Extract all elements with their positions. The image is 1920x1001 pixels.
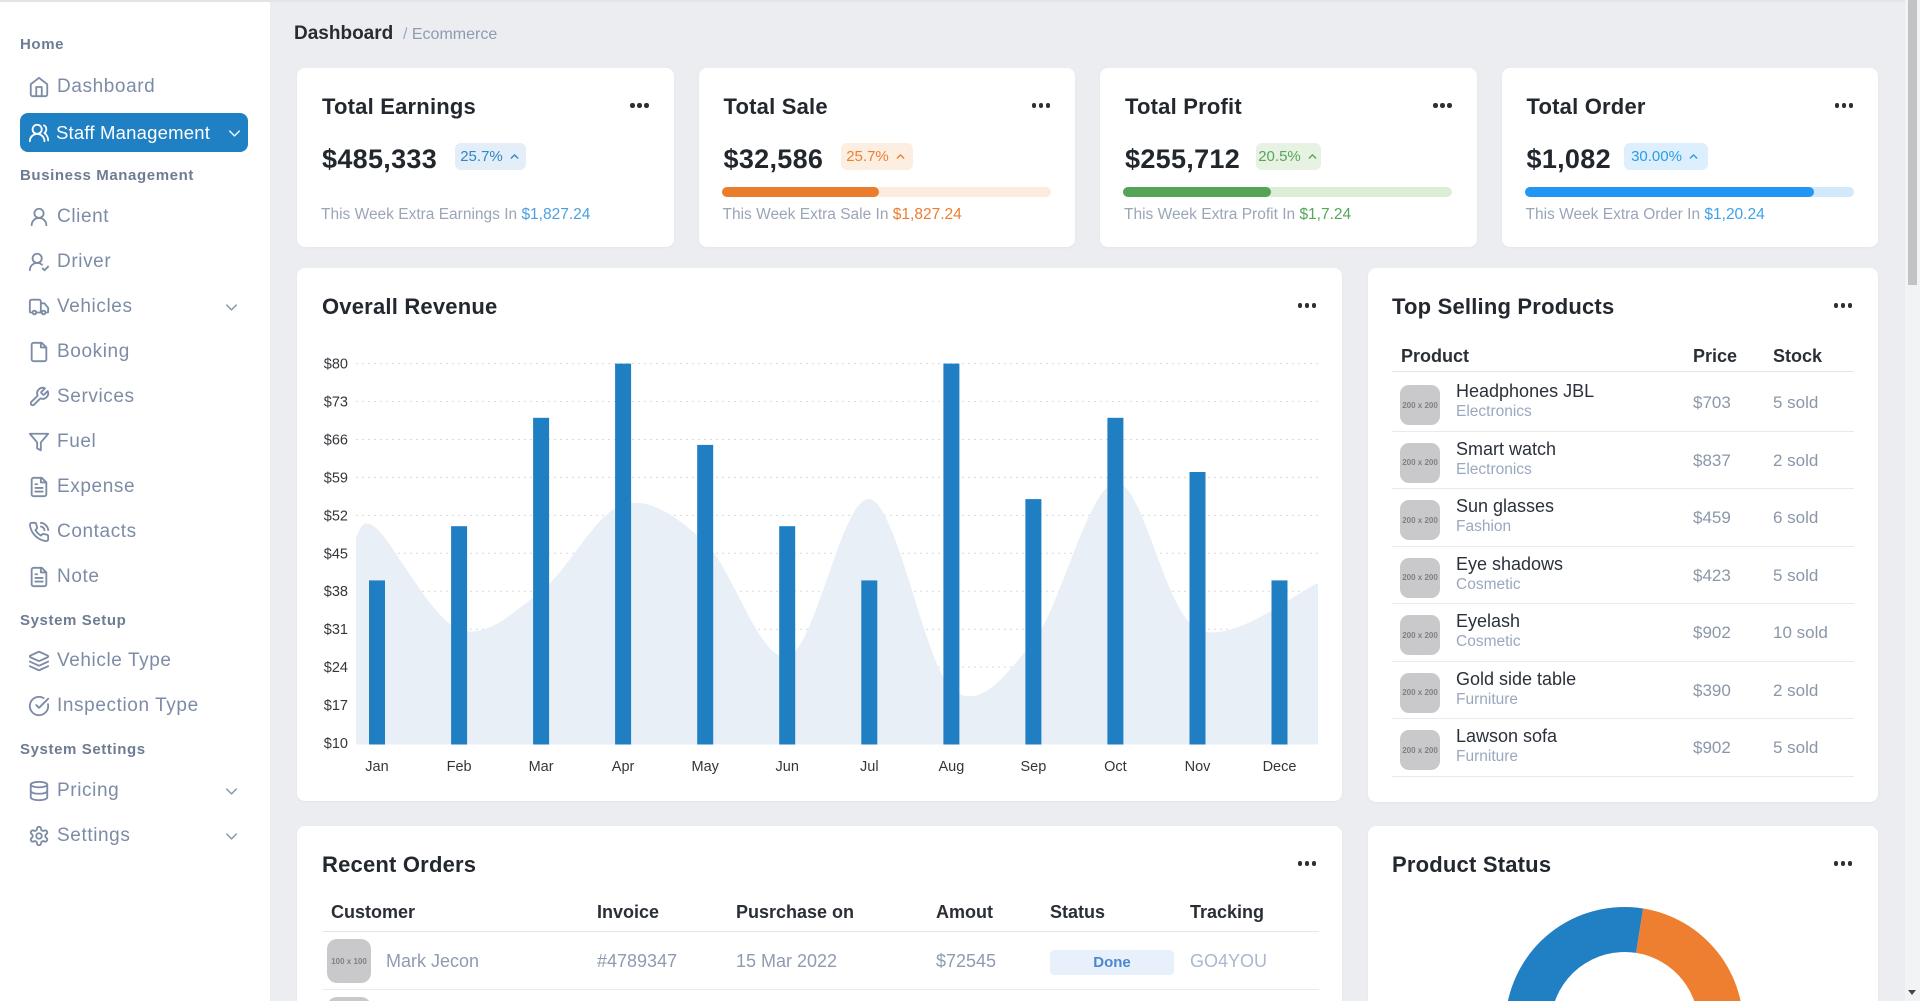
svg-text:Jul: Jul: [860, 759, 879, 775]
svg-text:$31: $31: [324, 622, 348, 638]
svg-text:May: May: [691, 759, 719, 775]
svg-text:Oct: Oct: [1104, 759, 1127, 775]
svg-text:Aug: Aug: [938, 759, 964, 775]
svg-text:Apr: Apr: [612, 759, 635, 775]
svg-text:$59: $59: [324, 470, 348, 486]
svg-text:Dece: Dece: [1263, 759, 1297, 775]
svg-text:Mar: Mar: [529, 759, 554, 775]
svg-text:$24: $24: [324, 660, 348, 676]
svg-text:$45: $45: [324, 546, 348, 562]
svg-text:Jun: Jun: [776, 759, 799, 775]
svg-text:$10: $10: [324, 736, 348, 752]
svg-text:$52: $52: [324, 508, 348, 524]
svg-text:Sep: Sep: [1020, 759, 1046, 775]
svg-text:$38: $38: [324, 584, 348, 600]
svg-text:$80: $80: [324, 357, 348, 373]
svg-text:$66: $66: [324, 433, 348, 449]
svg-text:Jan: Jan: [365, 759, 388, 775]
svg-text:Nov: Nov: [1185, 759, 1212, 775]
svg-text:$73: $73: [324, 395, 348, 411]
svg-text:$17: $17: [324, 698, 348, 714]
svg-text:Feb: Feb: [447, 759, 472, 775]
